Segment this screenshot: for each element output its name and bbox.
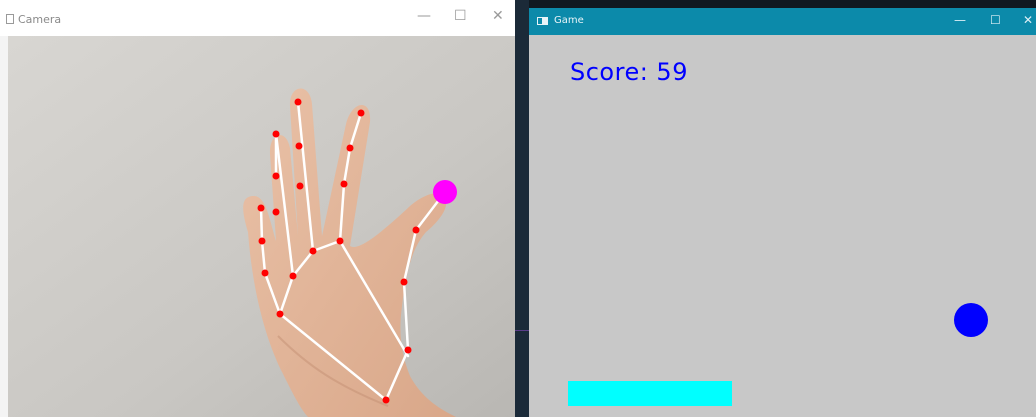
camera-window-title: Camera <box>18 13 62 26</box>
close-icon[interactable]: ✕ <box>492 8 504 24</box>
paddle <box>568 381 732 406</box>
score-label: Score: 59 <box>570 58 688 86</box>
minimize-icon[interactable]: — <box>954 13 966 27</box>
fingertip-marker <box>433 180 457 204</box>
maximize-icon[interactable]: ☐ <box>990 13 1001 27</box>
minimize-icon[interactable]: — <box>417 8 431 24</box>
window-icon <box>537 17 548 25</box>
camera-window: Camera — ☐ ✕ <box>0 0 515 417</box>
camera-feed <box>8 36 515 417</box>
camera-title-bar[interactable]: Camera — ☐ ✕ <box>0 0 515 36</box>
camera-feed-frame <box>8 36 515 417</box>
desktop-divider <box>515 330 529 331</box>
window-icon <box>6 14 14 24</box>
game-title-bar[interactable]: Game — ☐ ✕ <box>529 8 1036 35</box>
camera-window-border <box>0 36 8 417</box>
game-window: Game — ☐ ✕ Score: 59 <box>529 8 1036 417</box>
game-window-title: Game <box>554 15 584 26</box>
game-canvas[interactable]: Score: 59 <box>529 35 1036 417</box>
maximize-icon[interactable]: ☐ <box>454 8 467 24</box>
close-icon[interactable]: ✕ <box>1023 13 1033 27</box>
desktop-gap <box>515 0 529 417</box>
ball <box>954 303 988 337</box>
